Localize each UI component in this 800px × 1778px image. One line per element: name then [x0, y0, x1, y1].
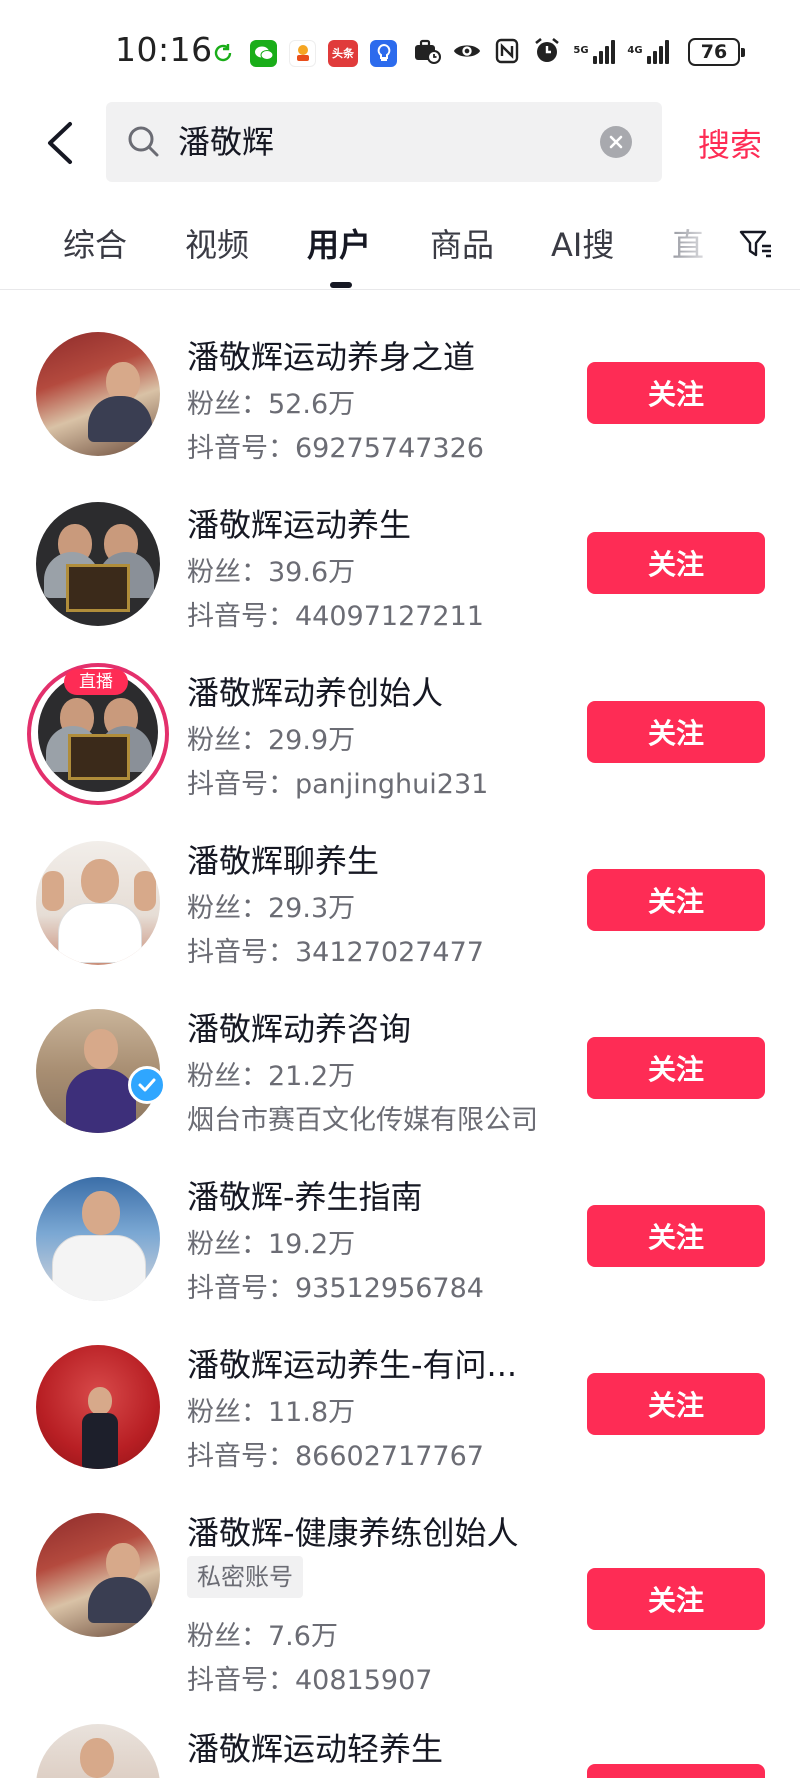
follow-button[interactable]: 关注 [587, 1205, 765, 1267]
search-box[interactable] [106, 102, 662, 182]
tab-comprehensive[interactable]: 综合 [63, 220, 127, 266]
fans-count: 粉丝：7.6万 [187, 1621, 338, 1652]
back-arrow-icon [48, 122, 72, 164]
follow-button[interactable]: 关注 [587, 1037, 765, 1099]
user-name[interactable]: 潘敬辉动养咨询 [187, 1004, 411, 1050]
user-name[interactable]: 潘敬辉-健康养练创始人 [187, 1508, 519, 1554]
list-item[interactable]: 潘敬辉运动养身之道 粉丝：52.6万 抖音号：69275747326 关注 [0, 292, 800, 464]
search-input[interactable] [178, 102, 558, 182]
status-bar: 10:16 头条 5G 4G 76 [0, 0, 800, 100]
tab-fade [672, 210, 732, 280]
eye-icon [452, 36, 482, 66]
nfc-icon [492, 36, 522, 66]
user-name[interactable]: 潘敬辉运动养身之道 [187, 332, 475, 378]
live-badge: 直播 [64, 669, 128, 695]
system-icons: 5G 4G [412, 36, 670, 66]
back-button[interactable] [40, 118, 84, 168]
network-label-1: 5G [573, 45, 589, 56]
list-item[interactable]: 潘敬辉-养生指南 粉丝：19.2万 抖音号：93512956784 关注 [0, 1132, 800, 1304]
active-tab-indicator [330, 282, 352, 288]
avatar[interactable] [36, 1724, 160, 1778]
filter-icon [739, 230, 771, 258]
user-name[interactable]: 潘敬辉运动养生 [187, 500, 411, 546]
list-item[interactable]: 潘敬辉-健康养练创始人 私密账号 粉丝：7.6万 抖音号：40815907 关注 [0, 1468, 800, 1696]
list-item[interactable]: 潘敬辉运动轻养生 关注 [0, 1692, 800, 1778]
follow-button[interactable]: 关注 [587, 1764, 765, 1778]
network-label-2: 4G [627, 45, 643, 56]
verified-badge-icon [128, 1066, 166, 1104]
list-item[interactable]: 潘敬辉聊养生 粉丝：29.3万 抖音号：34127027477 关注 [0, 796, 800, 968]
tab-bar: 综合 视频 用户 商品 AI搜 直 [0, 210, 800, 290]
follow-button[interactable]: 关注 [587, 1373, 765, 1435]
fans-count: 粉丝：19.2万 [187, 1229, 356, 1260]
fans-count: 粉丝：11.8万 [187, 1397, 356, 1428]
fans-count: 粉丝：21.2万 [187, 1061, 356, 1092]
app-icon [289, 39, 316, 67]
follow-button[interactable]: 关注 [587, 869, 765, 931]
tab-products[interactable]: 商品 [430, 220, 494, 266]
user-name[interactable]: 潘敬辉动养创始人 [187, 668, 443, 714]
avatar[interactable] [36, 841, 160, 965]
list-item[interactable]: 直播 潘敬辉动养创始人 粉丝：29.9万 抖音号：panjinghui231 关… [0, 628, 800, 805]
search-icon [126, 124, 162, 160]
tab-videos[interactable]: 视频 [185, 220, 249, 266]
notification-icons: 头条 [208, 38, 397, 68]
avatar[interactable] [36, 1345, 160, 1469]
search-submit-button[interactable]: 搜索 [698, 120, 762, 166]
battery-indicator: 76 [688, 38, 745, 66]
toutiao-icon: 头条 [328, 39, 358, 67]
list-item[interactable]: 潘敬辉动养咨询 粉丝：21.2万 烟台市赛百文化传媒有限公司 关注 [0, 964, 800, 1136]
filter-button[interactable] [738, 226, 774, 262]
signal-5g-icon: 5G [572, 36, 616, 66]
list-item[interactable]: 潘敬辉运动养生 粉丝：39.6万 抖音号：44097127211 关注 [0, 460, 800, 632]
clear-search-button[interactable] [600, 126, 632, 158]
avatar[interactable] [36, 502, 160, 626]
tab-users[interactable]: 用户 [307, 220, 371, 266]
close-icon [609, 135, 623, 149]
tab-ai-search[interactable]: AI搜 [551, 220, 614, 266]
follow-button[interactable]: 关注 [587, 362, 765, 424]
user-name[interactable]: 潘敬辉运动轻养生 [187, 1724, 443, 1770]
avatar[interactable] [36, 1513, 160, 1637]
wechat-icon [250, 39, 277, 67]
user-name[interactable]: 潘敬辉聊养生 [187, 836, 379, 882]
fans-count: 粉丝：29.9万 [187, 725, 356, 756]
fans-count: 粉丝：29.3万 [187, 893, 356, 924]
user-name[interactable]: 潘敬辉运动养生-有问... [187, 1340, 517, 1386]
follow-button[interactable]: 关注 [587, 701, 765, 763]
follow-button[interactable]: 关注 [587, 1568, 765, 1630]
private-account-tag: 私密账号 [187, 1556, 303, 1598]
fans-count: 粉丝：52.6万 [187, 389, 356, 420]
follow-button[interactable]: 关注 [587, 532, 765, 594]
avatar[interactable] [36, 332, 160, 456]
signal-4g-icon: 4G [626, 36, 670, 66]
fans-count: 粉丝：39.6万 [187, 557, 356, 588]
list-item[interactable]: 潘敬辉运动养生-有问... 粉丝：11.8万 抖音号：86602717767 关… [0, 1300, 800, 1472]
bulb-icon [370, 39, 397, 67]
user-name[interactable]: 潘敬辉-养生指南 [187, 1172, 423, 1218]
avatar[interactable] [36, 1177, 160, 1301]
briefcase-icon [412, 36, 442, 66]
status-time: 10:16 [115, 30, 213, 69]
alarm-icon [532, 36, 562, 66]
refresh-icon [208, 38, 238, 68]
